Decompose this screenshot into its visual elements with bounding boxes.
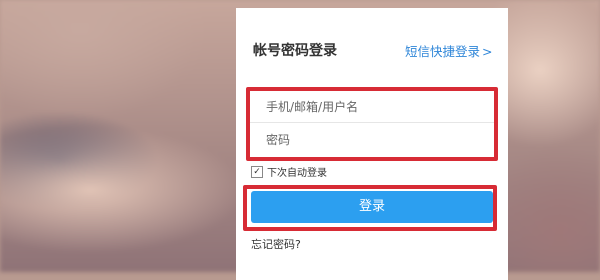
login-button[interactable]: 登录 [251, 191, 493, 223]
remember-me-label: 下次自动登录 [267, 168, 327, 179]
sms-login-link-label: 短信快捷登录 [405, 44, 481, 59]
username-input[interactable]: 手机/邮箱/用户名 [250, 91, 494, 123]
checkmark-icon: ✓ [253, 166, 261, 177]
chevron-right-icon: > [482, 44, 493, 59]
sms-login-link[interactable]: 短信快捷登录 > [405, 41, 493, 60]
username-placeholder: 手机/邮箱/用户名 [266, 100, 359, 114]
remember-me-checkbox[interactable]: ✓ [251, 165, 263, 178]
password-input[interactable]: 密码 [250, 124, 494, 156]
forgot-password-link[interactable]: 忘记密码? [251, 236, 301, 252]
login-card-header: 帐号密码登录 短信快捷登录 > [236, 8, 508, 88]
credentials-highlight-box: 手机/邮箱/用户名 密码 [246, 87, 498, 161]
remember-me[interactable]: ✓ 下次自动登录 [251, 164, 327, 179]
password-placeholder: 密码 [266, 133, 291, 147]
login-card: 帐号密码登录 短信快捷登录 > 手机/邮箱/用户名 密码 ✓ 下次自动登录 登录 … [236, 8, 508, 280]
login-title: 帐号密码登录 [253, 43, 337, 59]
